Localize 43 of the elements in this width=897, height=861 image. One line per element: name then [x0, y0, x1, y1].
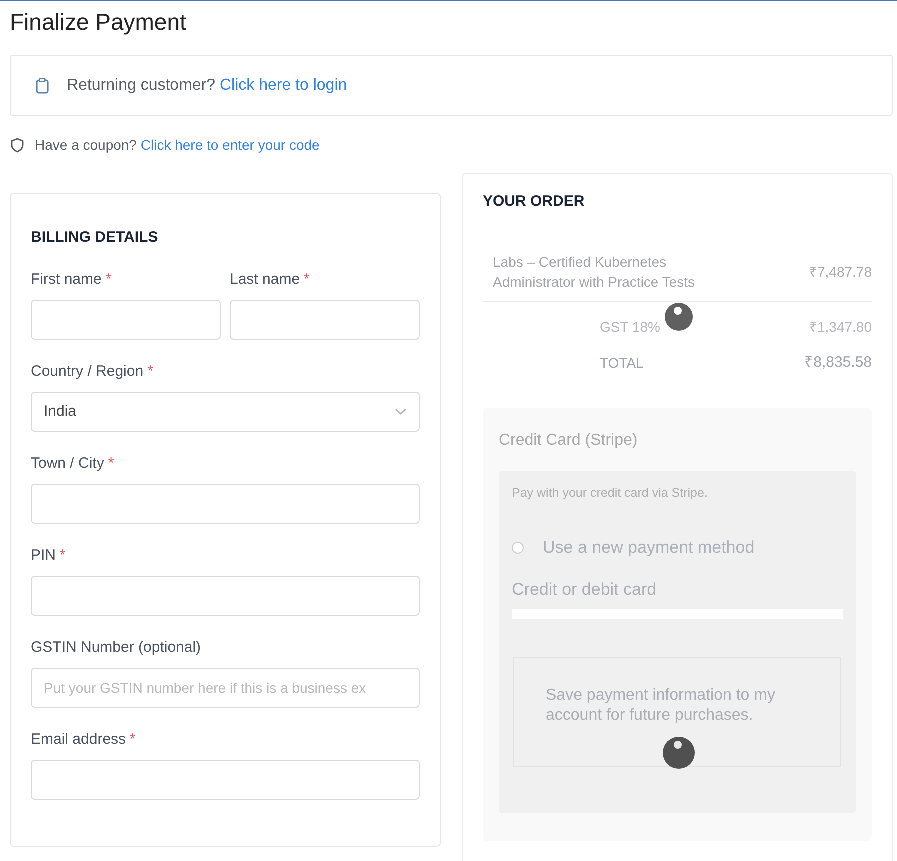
field-label: Email address — [31, 730, 126, 750]
field-label: GSTIN Number (optional) — [31, 638, 202, 658]
product-name: Labs – Certified Kubernetes Administrator with Practice Tests — [493, 253, 696, 292]
product-price: ₹7,487.78 — [810, 262, 872, 282]
login-prompt: Returning customer? Click here to login — [67, 76, 348, 96]
save-info-text: Save payment information to my account for future purchases. — [546, 686, 776, 726]
field-label: Country / Region — [31, 362, 144, 382]
radio-button[interactable] — [512, 542, 524, 554]
chevron-down-icon — [395, 408, 407, 416]
dropdown-select[interactable]: India — [31, 392, 420, 432]
field-label: Last name — [230, 270, 300, 290]
login-link[interactable]: Click here to login — [220, 76, 348, 94]
touch-point-icon — [665, 303, 693, 331]
tax-amount: ₹1,347.80 — [810, 318, 872, 337]
option-label: Use a new payment method — [543, 537, 755, 559]
required-asterisk: * — [148, 362, 154, 382]
text-field[interactable] — [31, 576, 420, 616]
required-asterisk: * — [106, 270, 112, 290]
field-label: First name — [31, 270, 102, 290]
text-field[interactable] — [31, 300, 221, 340]
text-field[interactable] — [230, 300, 420, 340]
text-field[interactable] — [31, 484, 420, 524]
required-asterisk: * — [130, 730, 136, 750]
clipboard-icon — [36, 78, 49, 94]
field-label: PIN — [31, 546, 56, 566]
section-heading: BILLING DETAILS — [31, 228, 160, 248]
section-heading: YOUR ORDER — [483, 192, 586, 212]
total-label: TOTAL — [600, 354, 644, 373]
required-asterisk: * — [60, 546, 66, 566]
page-title: Finalize Payment — [10, 8, 188, 36]
coupon-prompt: Have a coupon? Click here to enter your code — [35, 136, 320, 155]
field-label: Town / City — [31, 454, 104, 474]
card-field-label: Credit or debit card — [512, 579, 658, 601]
payment-description: Pay with your credit card via Stripe. — [512, 485, 709, 502]
payment-method-title: Credit Card (Stripe) — [499, 431, 639, 451]
total-amount: ₹8,835.58 — [804, 353, 872, 373]
required-asterisk: * — [108, 454, 114, 474]
tax-label: GST 18% — [600, 318, 660, 337]
coupon-link[interactable]: Click here to enter your code — [140, 137, 320, 153]
shield-icon — [11, 138, 24, 152]
text-field[interactable] — [31, 760, 420, 800]
required-asterisk: * — [304, 270, 310, 290]
text-field[interactable]: Put your GSTIN number here if this is a business ex — [31, 668, 420, 708]
